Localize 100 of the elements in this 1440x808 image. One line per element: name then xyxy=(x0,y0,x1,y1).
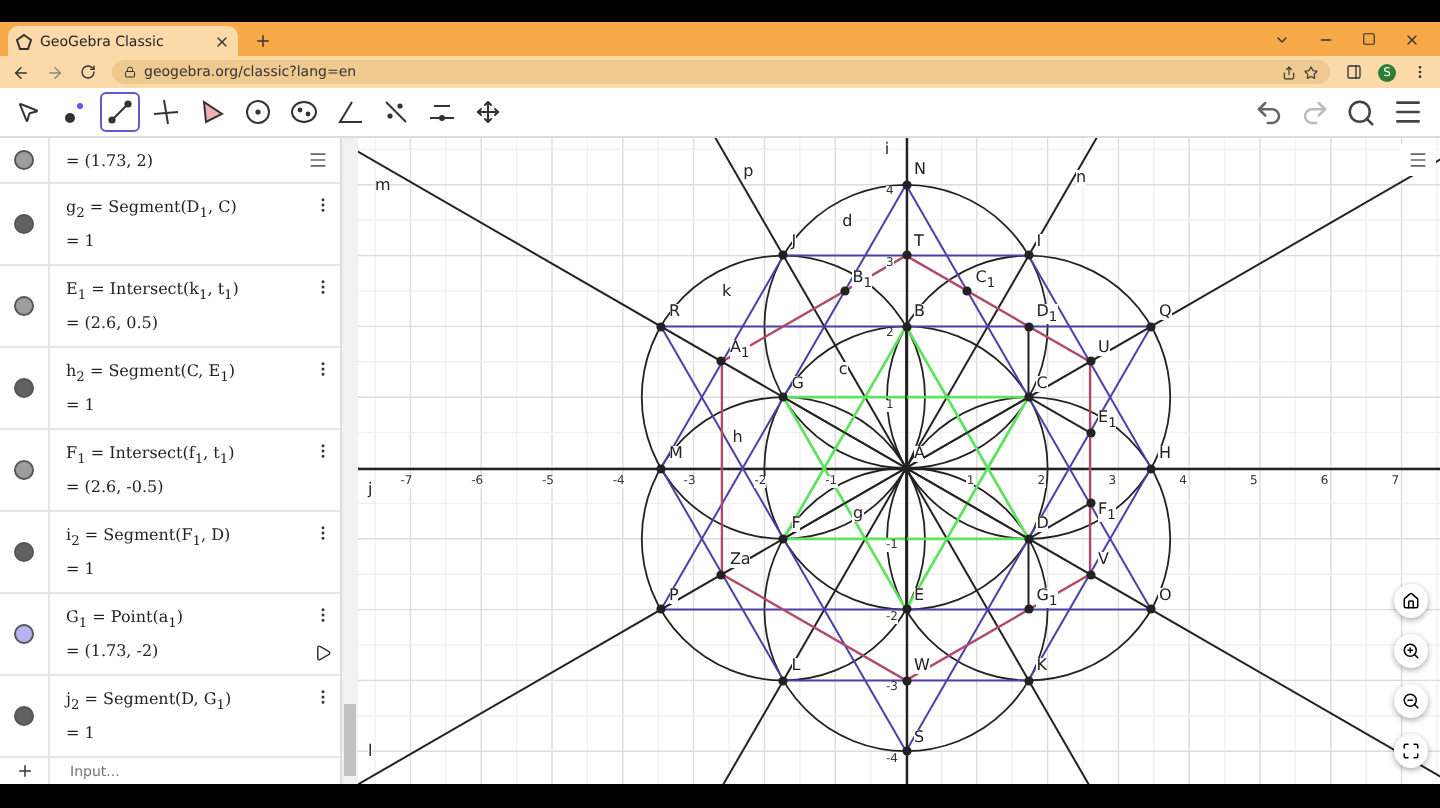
restore-icon[interactable] xyxy=(1362,31,1376,47)
visibility-dot[interactable] xyxy=(14,150,34,170)
object-value: = (1.73, 2) xyxy=(66,151,155,169)
point-label: B$_{1}$ xyxy=(852,269,872,290)
point-marker[interactable] xyxy=(778,250,789,261)
segment-tool-button[interactable] xyxy=(100,92,140,132)
zoom-out-button[interactable] xyxy=(1394,684,1428,718)
menu-icon[interactable] xyxy=(1392,96,1424,128)
object-value: = (2.6, -0.5) xyxy=(66,478,166,497)
angle-icon xyxy=(336,98,364,126)
point-label: Za xyxy=(729,552,751,569)
point-marker[interactable] xyxy=(1145,463,1156,473)
scrollbar-thumb[interactable] xyxy=(344,704,356,776)
fullscreen-icon xyxy=(1402,742,1420,760)
point-marker[interactable] xyxy=(716,356,727,367)
point-label: U xyxy=(1098,339,1110,356)
visibility-dot[interactable] xyxy=(14,624,34,644)
forward-icon[interactable] xyxy=(46,63,64,81)
point-label: F$_{1}$ xyxy=(1098,501,1116,522)
point-label: S xyxy=(914,729,925,746)
add-icon[interactable] xyxy=(15,762,33,780)
object-value: = (2.6, 0.5) xyxy=(66,314,161,333)
line-label: h xyxy=(732,429,743,446)
share-icon[interactable] xyxy=(1282,65,1296,79)
object-definition: g$_{2}$ = Segment(D$_{1}$, C) xyxy=(66,197,239,221)
object-definition: j$_{2}$ = Segment(D, G$_{1}$) xyxy=(66,689,234,713)
point-marker[interactable] xyxy=(901,746,911,757)
visibility-dot[interactable] xyxy=(14,542,34,562)
point-label: W xyxy=(914,658,930,675)
point-marker[interactable] xyxy=(778,533,789,544)
point-marker[interactable] xyxy=(962,286,973,296)
back-icon[interactable] xyxy=(12,63,30,81)
line-label: i xyxy=(884,142,890,159)
undo-icon[interactable] xyxy=(1254,96,1284,128)
point-label: M xyxy=(669,446,683,462)
lock-icon xyxy=(124,66,136,78)
point-marker[interactable] xyxy=(839,286,850,296)
point-marker[interactable] xyxy=(901,179,911,190)
zoom-out-icon xyxy=(1402,692,1420,710)
point-marker[interactable] xyxy=(1145,604,1156,615)
point-marker[interactable] xyxy=(656,604,667,615)
sidebar-icon[interactable] xyxy=(1346,64,1362,80)
point-marker[interactable] xyxy=(778,392,789,403)
circle-icon xyxy=(244,98,272,126)
point-marker[interactable] xyxy=(901,250,911,261)
perpendicular-lines-icon xyxy=(152,98,180,126)
search-icon[interactable] xyxy=(1346,96,1376,128)
point-marker[interactable] xyxy=(1023,250,1034,261)
close-window-icon[interactable] xyxy=(1404,31,1420,47)
line-label: c xyxy=(838,361,848,378)
home-button[interactable] xyxy=(1394,584,1428,618)
move-arrows-icon xyxy=(476,100,500,124)
visibility-dot[interactable] xyxy=(14,378,34,398)
point-marker[interactable] xyxy=(1085,569,1096,580)
star-icon[interactable] xyxy=(1304,65,1318,79)
segment-icon xyxy=(106,98,134,126)
point-label: V xyxy=(1098,552,1110,569)
object-value: = (1.73, -2) xyxy=(66,642,161,661)
object-definition: E$_{1}$ = Intersect(k$_{1}$, t$_{1}$) xyxy=(66,279,241,303)
point-marker[interactable] xyxy=(1085,498,1096,509)
menu-icon xyxy=(308,150,328,170)
point-marker[interactable] xyxy=(1145,321,1156,332)
point-label: D$_{1}$ xyxy=(1036,304,1058,325)
play-icon[interactable] xyxy=(313,644,331,662)
point-marker[interactable] xyxy=(1023,392,1034,403)
object-definition: h$_{2}$ = Segment(C, E$_{1}$) xyxy=(66,361,237,385)
visibility-dot[interactable] xyxy=(14,296,34,316)
point-label: I xyxy=(1036,233,1042,250)
point-label: T xyxy=(914,233,924,250)
point-label: K xyxy=(1036,658,1047,675)
point-marker[interactable] xyxy=(901,604,911,615)
new-tab-icon[interactable] xyxy=(254,32,272,50)
point-marker[interactable] xyxy=(1085,427,1096,438)
point-marker[interactable] xyxy=(1085,356,1096,367)
point-marker[interactable] xyxy=(1023,604,1034,615)
point-label: F xyxy=(791,516,801,533)
line-label: l xyxy=(367,744,373,761)
point-label: O xyxy=(1158,587,1172,604)
point-marker[interactable] xyxy=(656,321,667,332)
reload-icon[interactable] xyxy=(80,64,96,80)
point-marker[interactable] xyxy=(716,569,727,580)
point-marker[interactable] xyxy=(1023,321,1034,332)
point-marker[interactable] xyxy=(778,675,789,686)
point-marker[interactable] xyxy=(1023,675,1034,686)
point-label: Q xyxy=(1158,304,1172,321)
visibility-dot[interactable] xyxy=(14,460,34,480)
point-marker[interactable] xyxy=(901,321,911,332)
point-label: G xyxy=(791,375,804,392)
point-marker[interactable] xyxy=(656,463,667,473)
visibility-dot[interactable] xyxy=(14,214,34,234)
visibility-dot[interactable] xyxy=(14,706,34,726)
object-value: = 1 xyxy=(66,232,97,251)
zoom-in-button[interactable] xyxy=(1394,634,1428,668)
point-marker[interactable] xyxy=(901,675,911,686)
object-definition: F$_{1}$ = Intersect(f$_{1}$, t$_{1}$) xyxy=(66,443,237,467)
point-label: P xyxy=(669,587,679,604)
point-marker[interactable] xyxy=(1023,533,1034,544)
triangle-icon xyxy=(198,98,226,126)
close-icon[interactable] xyxy=(214,33,230,49)
fullscreen-button[interactable] xyxy=(1394,734,1428,768)
